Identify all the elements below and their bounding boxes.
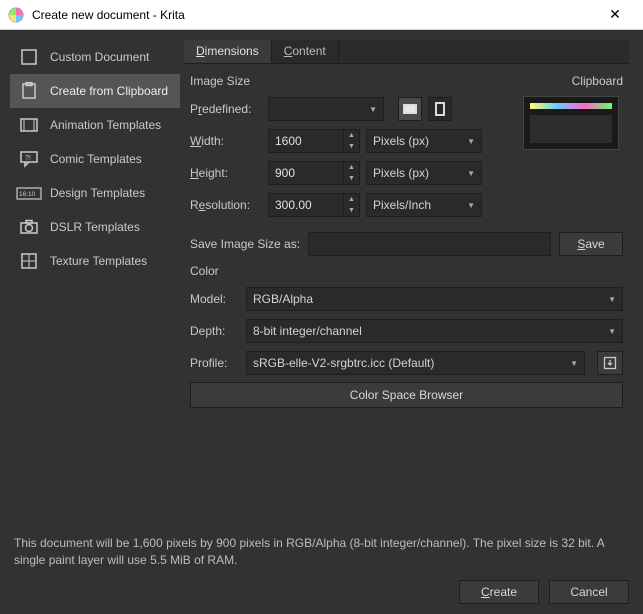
chevron-down-icon: ▼ xyxy=(467,201,475,210)
chevron-down-icon: ▼ xyxy=(467,169,475,178)
document-info-text: This document will be 1,600 pixels by 90… xyxy=(14,535,629,570)
chevron-down-icon: ▼ xyxy=(570,359,578,368)
dimensions-panel: Image Size Predefined: ▼ Width: ▲▼ Pixel… xyxy=(184,64,629,527)
ratio-icon: 16:10 xyxy=(16,183,42,203)
spin-up-icon[interactable]: ▲ xyxy=(344,194,359,205)
depth-combo[interactable]: 8-bit integer/channel▼ xyxy=(246,319,623,343)
speech-bubble-icon: ?! xyxy=(16,149,42,169)
sidebar-item-label: DSLR Templates xyxy=(50,220,140,234)
height-spinbox[interactable]: ▲▼ xyxy=(268,161,360,185)
width-spinbox[interactable]: ▲▼ xyxy=(268,129,360,153)
sidebar-item-label: Custom Document xyxy=(50,50,149,64)
width-unit-combo[interactable]: Pixels (px)▼ xyxy=(366,129,482,153)
close-icon[interactable]: ✕ xyxy=(595,6,635,23)
sidebar-item-label: Design Templates xyxy=(50,186,145,200)
tab-dimensions[interactable]: Dimensions xyxy=(184,40,272,63)
spin-down-icon[interactable]: ▼ xyxy=(344,141,359,152)
portrait-icon xyxy=(435,102,445,116)
orientation-portrait-button[interactable] xyxy=(428,97,452,121)
height-unit-combo[interactable]: Pixels (px)▼ xyxy=(366,161,482,185)
chevron-down-icon: ▼ xyxy=(369,105,377,114)
sidebar: Custom Document Create from Clipboard An… xyxy=(0,40,180,527)
chevron-down-icon: ▼ xyxy=(608,295,616,304)
profile-label: Profile: xyxy=(190,356,240,370)
landscape-icon xyxy=(403,104,417,114)
document-icon xyxy=(16,47,42,67)
width-input[interactable] xyxy=(269,134,343,148)
clipboard-group: Clipboard xyxy=(523,74,623,224)
svg-text:16:10: 16:10 xyxy=(19,191,36,198)
save-size-label: Save Image Size as: xyxy=(190,237,300,251)
model-label: Model: xyxy=(190,292,240,306)
grid-icon xyxy=(16,251,42,271)
spin-up-icon[interactable]: ▲ xyxy=(344,130,359,141)
sidebar-item-create-from-clipboard[interactable]: Create from Clipboard xyxy=(10,74,180,108)
tab-content[interactable]: Content xyxy=(272,40,339,63)
app-logo-icon xyxy=(8,7,24,23)
color-heading: Color xyxy=(190,264,623,278)
sidebar-item-label: Comic Templates xyxy=(50,152,142,166)
profile-combo[interactable]: sRGB-elle-V2-srgbtrc.icc (Default)▼ xyxy=(246,351,585,375)
resolution-label: Resolution: xyxy=(190,198,262,212)
film-icon xyxy=(16,115,42,135)
clipboard-heading: Clipboard xyxy=(523,74,623,88)
resolution-input[interactable] xyxy=(269,198,343,212)
clipboard-icon xyxy=(16,81,42,101)
color-group: Color Model: RGB/Alpha▼ Depth: 8-bit int… xyxy=(190,264,623,414)
sidebar-item-animation-templates[interactable]: Animation Templates xyxy=(10,108,180,142)
image-size-group: Image Size Predefined: ▼ Width: ▲▼ Pixel… xyxy=(190,74,507,224)
predefined-label: Predefined: xyxy=(190,102,262,116)
height-input[interactable] xyxy=(269,166,343,180)
sidebar-item-label: Create from Clipboard xyxy=(50,84,168,98)
cancel-button[interactable]: Cancel xyxy=(549,580,629,604)
sidebar-item-label: Texture Templates xyxy=(50,254,147,268)
import-profile-button[interactable] xyxy=(597,351,623,375)
orientation-landscape-button[interactable] xyxy=(398,97,422,121)
chevron-down-icon: ▼ xyxy=(467,137,475,146)
clipboard-thumbnail xyxy=(523,96,619,150)
footer: This document will be 1,600 pixels by 90… xyxy=(0,527,643,614)
camera-icon xyxy=(16,217,42,237)
depth-label: Depth: xyxy=(190,324,240,338)
dialog-body: Custom Document Create from Clipboard An… xyxy=(0,30,643,527)
predefined-combo[interactable]: ▼ xyxy=(268,97,384,121)
sidebar-item-dslr-templates[interactable]: DSLR Templates xyxy=(10,210,180,244)
sidebar-item-texture-templates[interactable]: Texture Templates xyxy=(10,244,180,278)
chevron-down-icon: ▼ xyxy=(608,327,616,336)
spin-down-icon[interactable]: ▼ xyxy=(344,173,359,184)
window-title: Create new document - Krita xyxy=(32,8,595,22)
model-combo[interactable]: RGB/Alpha▼ xyxy=(246,287,623,311)
main-panel: Dimensions Content Image Size Predefined… xyxy=(180,40,633,527)
tabs: Dimensions Content xyxy=(184,40,629,64)
save-size-input[interactable] xyxy=(308,232,551,256)
spin-down-icon[interactable]: ▼ xyxy=(344,205,359,216)
height-label: Height: xyxy=(190,166,262,180)
svg-text:?!: ?! xyxy=(25,155,31,162)
save-size-button[interactable]: Save xyxy=(559,232,623,256)
titlebar: Create new document - Krita ✕ xyxy=(0,0,643,30)
image-size-heading: Image Size xyxy=(190,74,507,88)
color-space-browser-button[interactable]: Color Space Browser xyxy=(190,382,623,408)
spin-up-icon[interactable]: ▲ xyxy=(344,162,359,173)
width-label: Width: xyxy=(190,134,262,148)
resolution-unit-combo[interactable]: Pixels/Inch▼ xyxy=(366,193,482,217)
import-icon xyxy=(603,356,617,370)
sidebar-item-custom-document[interactable]: Custom Document xyxy=(10,40,180,74)
sidebar-item-design-templates[interactable]: 16:10 Design Templates xyxy=(10,176,180,210)
resolution-spinbox[interactable]: ▲▼ xyxy=(268,193,360,217)
sidebar-item-comic-templates[interactable]: ?! Comic Templates xyxy=(10,142,180,176)
create-button[interactable]: Create xyxy=(459,580,539,604)
sidebar-item-label: Animation Templates xyxy=(50,118,161,132)
